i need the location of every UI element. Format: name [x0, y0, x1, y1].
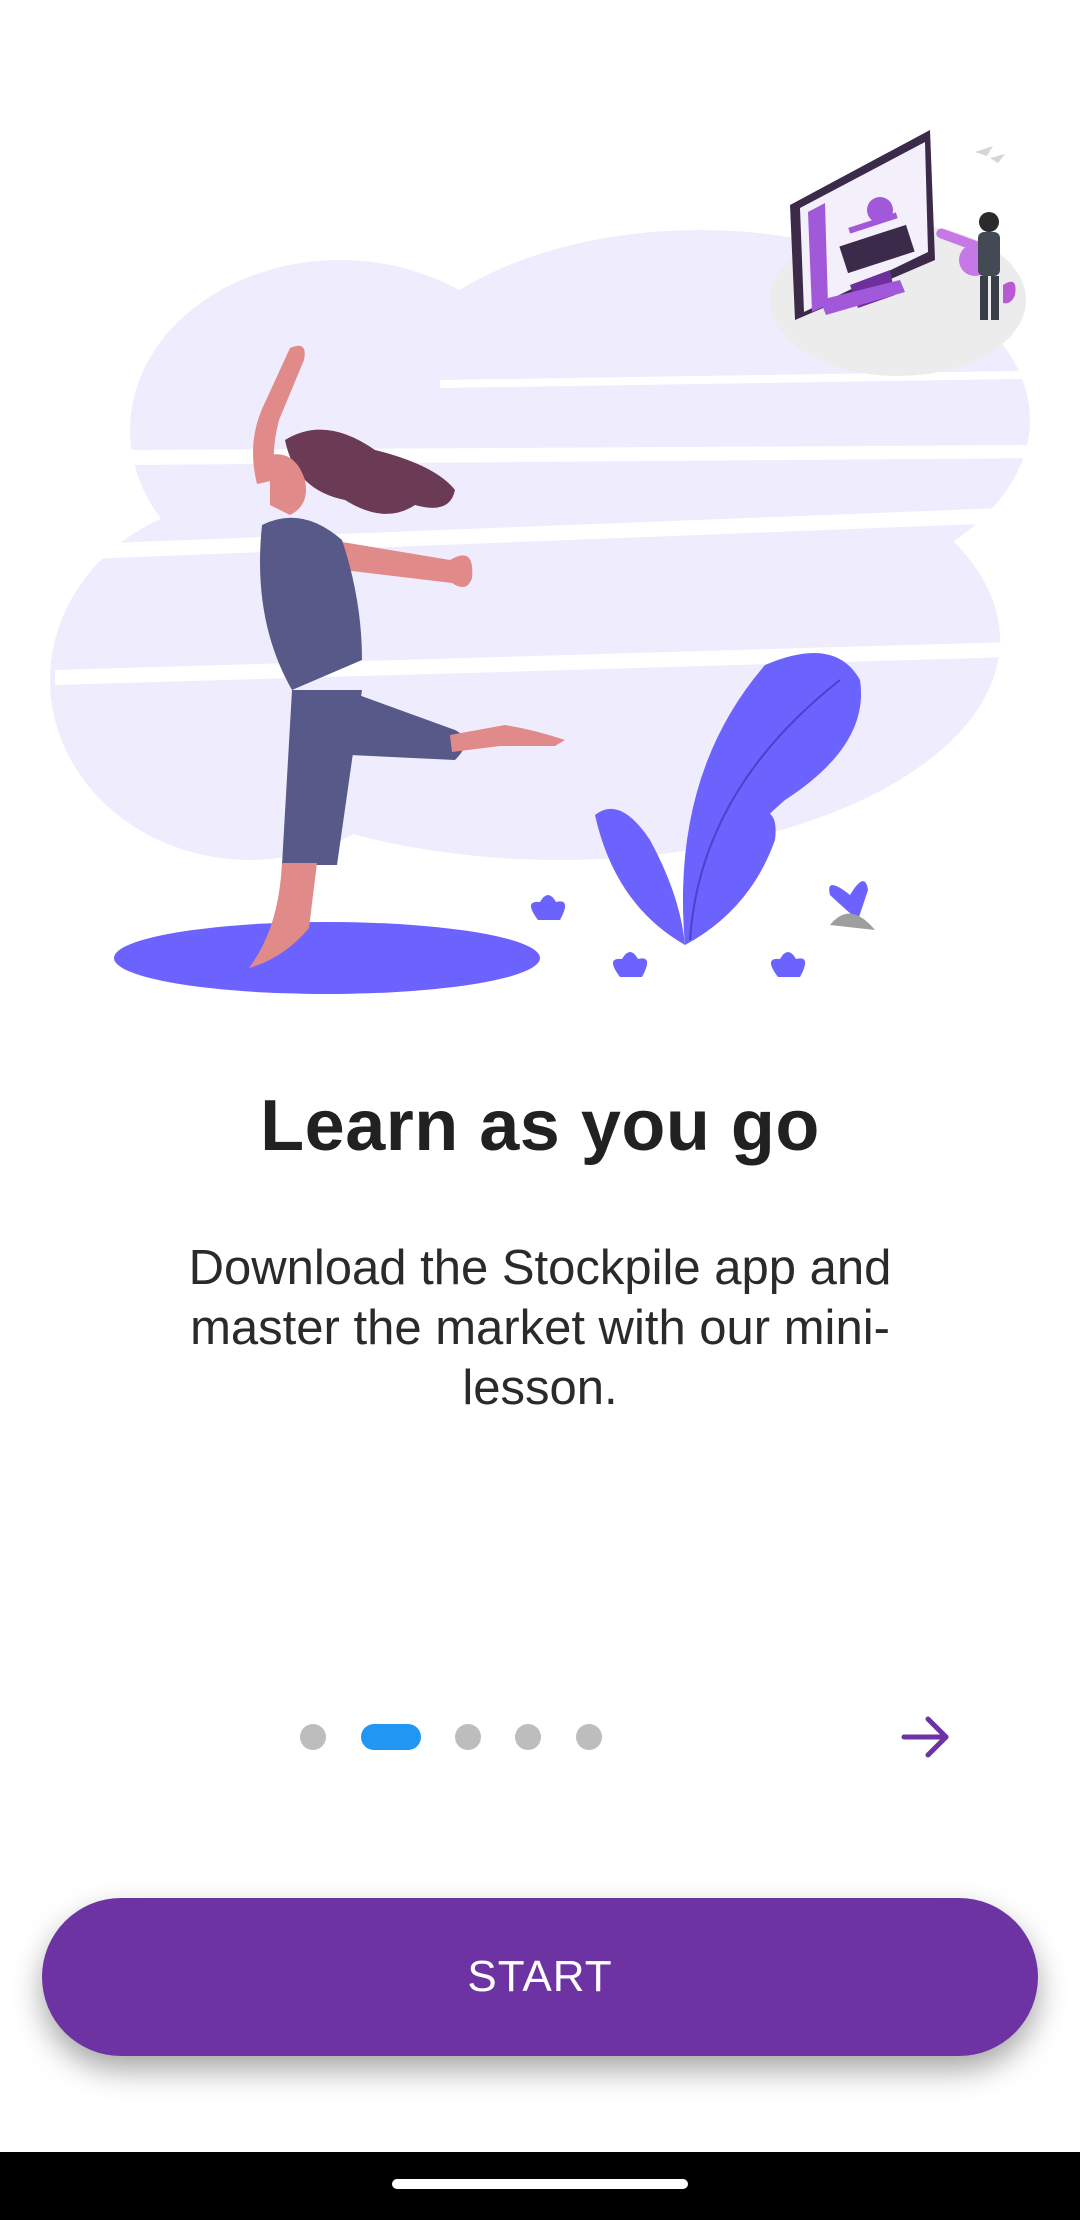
home-gesture-handle[interactable]: [392, 2179, 688, 2189]
onboarding-description: Download the Stockpile app and master th…: [188, 1241, 892, 1415]
onboarding-illustration: [0, 100, 1080, 1020]
start-button[interactable]: START: [42, 1898, 1038, 2056]
page-dot-5[interactable]: [576, 1724, 602, 1750]
dancing-woman-illustration: [50, 130, 1080, 994]
page-dot-4[interactable]: [515, 1724, 541, 1750]
computer-login-scene: [770, 130, 1026, 376]
next-button[interactable]: [896, 1707, 956, 1767]
onboarding-title: Learn as you go: [260, 1086, 820, 1166]
page-dot-3[interactable]: [455, 1724, 481, 1750]
page-dot-2-active[interactable]: [361, 1724, 421, 1750]
start-button-label: START: [467, 1952, 613, 2001]
page-dot-1[interactable]: [300, 1724, 326, 1750]
arrow-right-icon: [901, 1716, 949, 1758]
